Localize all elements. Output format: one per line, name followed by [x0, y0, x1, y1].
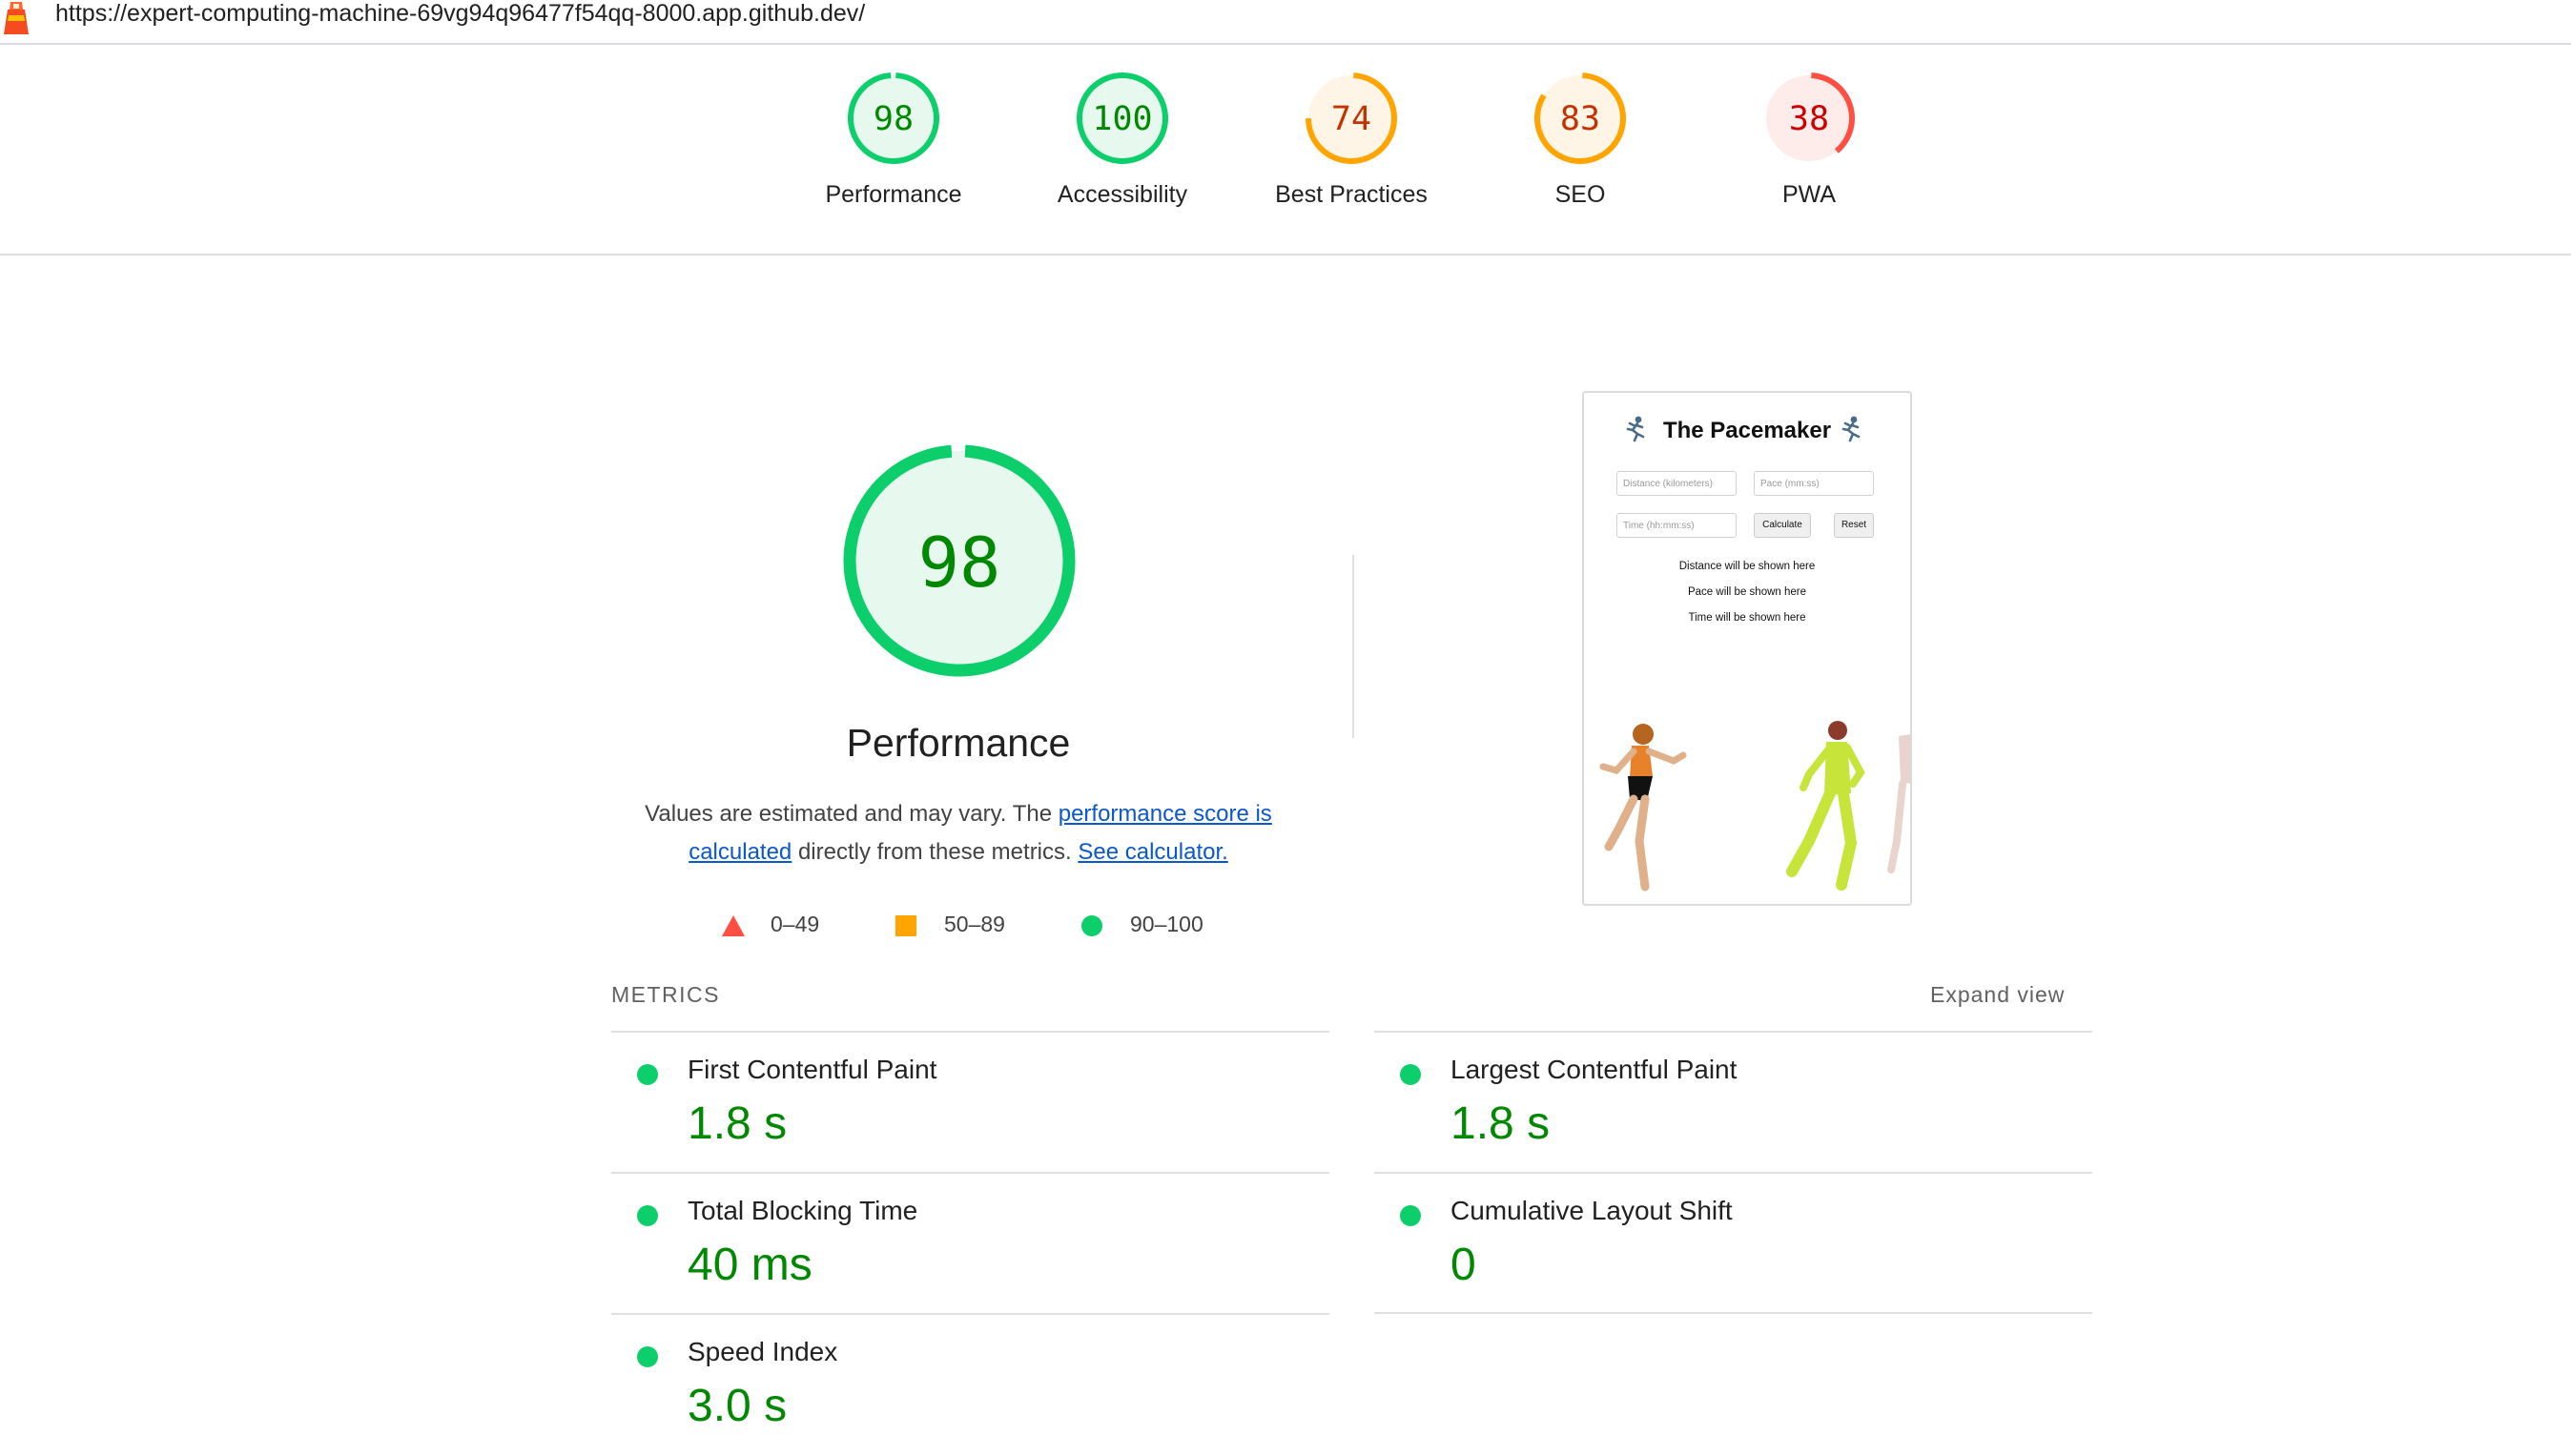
- lighthouse-logo-icon: [4, 2, 29, 34]
- score-gauge-icon: 74: [1306, 72, 1397, 164]
- description-text: Values are estimated and may vary. The: [645, 801, 1059, 827]
- metric-lcp: Largest Contentful Paint 1.8 s: [1374, 1031, 2092, 1174]
- gauge-accessibility[interactable]: 100 Accessibility: [1008, 71, 1237, 209]
- average-square-icon: [895, 915, 916, 936]
- time-input: Time (hh:mm:ss): [1616, 513, 1737, 538]
- page-url[interactable]: https://expert-computing-machine-69vg94q…: [55, 0, 865, 27]
- gauge-label: Accessibility: [1057, 181, 1188, 208]
- metric-name: Speed Index: [688, 1337, 838, 1366]
- gauge-label: Best Practices: [1275, 181, 1428, 208]
- see-calculator-link[interactable]: See calculator.: [1078, 839, 1227, 865]
- metric-tbt: Total Blocking Time 40 ms: [611, 1172, 1329, 1315]
- metric-cls: Cumulative Layout Shift 0: [1374, 1172, 2092, 1315]
- gauge-score: 100: [1092, 100, 1152, 138]
- metrics-heading: METRICS: [611, 982, 720, 1007]
- metric-name: First Contentful Paint: [688, 1055, 937, 1084]
- url-bar: https://expert-computing-machine-69vg94q…: [0, 0, 2571, 45]
- performance-score: 98: [918, 523, 1001, 603]
- fail-triangle-icon: [722, 915, 745, 936]
- metric-value: 3.0 s: [688, 1381, 788, 1431]
- score-gauge-icon: 38: [1763, 72, 1855, 164]
- runners-illustration: [1599, 721, 1910, 892]
- metric-value: 1.8 s: [688, 1098, 788, 1149]
- pass-circle-icon: [637, 1346, 658, 1367]
- final-screenshot[interactable]: The Pacemaker Distance (kilometers) Pace…: [1582, 391, 1912, 906]
- gauge-pwa[interactable]: 38 PWA: [1695, 71, 1923, 209]
- pass-circle-icon: [637, 1205, 658, 1226]
- gauge-performance[interactable]: 98 Performance: [779, 71, 1008, 209]
- gauge-score: 98: [874, 100, 914, 138]
- pass-circle-icon: [637, 1064, 658, 1085]
- gauge-best-practices[interactable]: 74 Best Practices: [1237, 71, 1466, 209]
- reset-button: Reset: [1834, 513, 1874, 538]
- performance-title: Performance: [846, 721, 1071, 765]
- gauge-seo[interactable]: 83 SEO: [1466, 71, 1695, 209]
- pass-circle-icon: [1081, 915, 1102, 936]
- metric-fcp: First Contentful Paint 1.8 s: [611, 1031, 1329, 1174]
- pace-input: Pace (mm:ss): [1754, 471, 1874, 496]
- pace-result: Pace will be shown here: [1687, 586, 1806, 598]
- metric-name: Total Blocking Time: [688, 1196, 918, 1225]
- legend-range: 50–89: [944, 912, 1005, 936]
- score-gauge-icon: 100: [1077, 72, 1168, 164]
- expand-view-toggle[interactable]: Expand view: [1930, 982, 2065, 1008]
- description-text: directly from these metrics.: [792, 839, 1079, 865]
- metric-name: Largest Contentful Paint: [1450, 1055, 1738, 1084]
- pass-circle-icon: [1400, 1064, 1421, 1085]
- gauge-label: Performance: [825, 181, 962, 208]
- runner-icon: [1841, 416, 1861, 442]
- score-gauge-icon: 98: [848, 72, 939, 164]
- legend-range: 90–100: [1130, 912, 1203, 936]
- metric-speed-index: Speed Index 3.0 s: [611, 1313, 1329, 1456]
- metric-value: 0: [1450, 1240, 1476, 1290]
- gauge-score: 83: [1560, 100, 1600, 138]
- pass-circle-icon: [1400, 1205, 1421, 1226]
- gauge-label: SEO: [1554, 181, 1606, 208]
- metric-value: 40 ms: [688, 1240, 812, 1290]
- metric-value: 1.8 s: [1450, 1098, 1551, 1149]
- time-result: Time will be shown here: [1688, 612, 1806, 624]
- legend-range: 0–49: [771, 912, 820, 936]
- gauge-score: 38: [1789, 100, 1829, 138]
- score-gauge-icon: 83: [1534, 72, 1626, 164]
- distance-input: Distance (kilometers): [1616, 471, 1737, 496]
- metrics-divider: [1374, 1312, 2092, 1314]
- category-gauges: 98 Performance 100 Accessibility 74 Best…: [0, 44, 2571, 256]
- gauge-label: PWA: [1781, 181, 1837, 208]
- calculate-button: Calculate: [1754, 513, 1811, 538]
- distance-result: Distance will be shown here: [1678, 561, 1816, 572]
- metric-name: Cumulative Layout Shift: [1450, 1196, 1733, 1225]
- performance-description: Values are estimated and may vary. The p…: [601, 795, 1316, 872]
- gauge-score: 74: [1331, 100, 1371, 138]
- performance-gauge: 98: [843, 444, 1076, 677]
- vertical-divider: [1352, 555, 1354, 738]
